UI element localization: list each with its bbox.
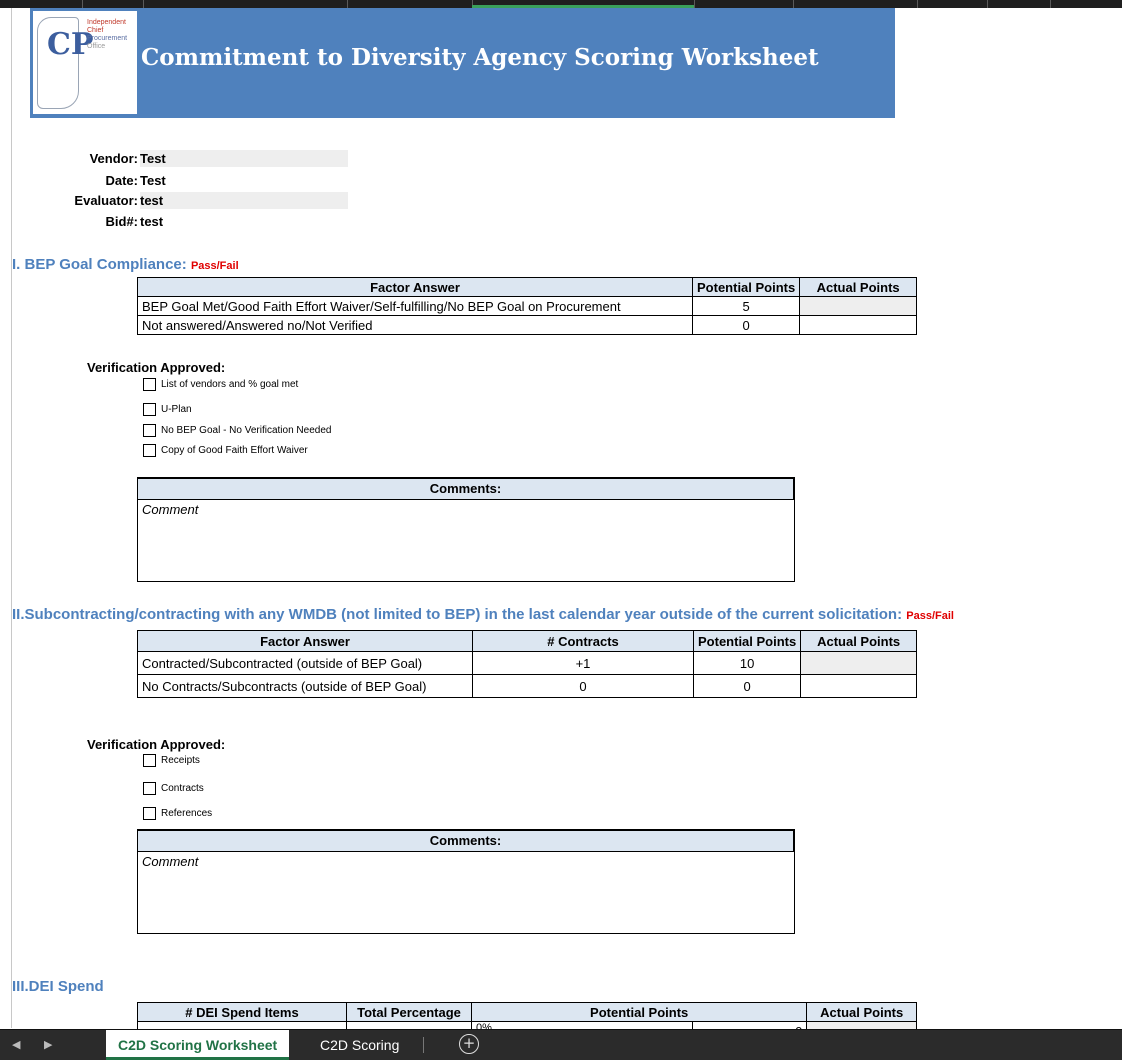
icpo-logo: CP Independent Chief Procurement Office xyxy=(33,11,137,114)
section2-comments-box[interactable]: Comments: Comment xyxy=(137,829,795,934)
checkbox-icon[interactable] xyxy=(143,403,156,416)
column-header: # Contracts xyxy=(472,630,694,652)
table-row: Not answered/Answered no/Not Verified 0 xyxy=(137,315,917,335)
tab-c2d-scoring[interactable]: C2D Scoring xyxy=(308,1030,411,1060)
column-header: Potential Points xyxy=(470,1002,808,1022)
bid-value[interactable]: test xyxy=(140,213,348,230)
section1-table: Factor Answer Potential Points Actual Po… xyxy=(137,277,917,335)
table-row: BEP Goal Met/Good Faith Effort Waiver/Se… xyxy=(137,296,917,316)
checkbox-icon[interactable] xyxy=(143,807,156,820)
section2-table: Factor Answer # Contracts Potential Poin… xyxy=(137,630,917,698)
column-header: Factor Answer xyxy=(137,630,473,652)
column-header: # DEI Spend Items xyxy=(137,1002,347,1022)
factor-cell[interactable]: BEP Goal Met/Good Faith Effort Waiver/Se… xyxy=(137,296,693,316)
checkbox-label: Copy of Good Faith Effort Waiver xyxy=(161,445,308,457)
checkbox-icon[interactable] xyxy=(143,782,156,795)
table-row: No Contracts/Subcontracts (outside of BE… xyxy=(137,674,917,698)
table-row: Contracted/Subcontracted (outside of BEP… xyxy=(137,651,917,675)
bid-label: Bid#: xyxy=(105,214,139,229)
checkbox-icon[interactable] xyxy=(143,444,156,457)
checkbox-label: List of vendors and % goal met xyxy=(161,379,299,391)
points-cell[interactable]: 0 xyxy=(691,315,801,335)
checkbox-no-bep-goal[interactable]: No BEP Goal - No Verification Needed xyxy=(143,424,331,437)
section2-pass-fail: Pass/Fail xyxy=(906,610,954,622)
evaluator-value[interactable]: test xyxy=(140,192,348,209)
points-cell[interactable]: 0 xyxy=(692,674,802,698)
points-cell[interactable]: 5 xyxy=(691,296,801,316)
vendor-label: Vendor: xyxy=(89,151,138,166)
date-value[interactable]: Test xyxy=(140,172,348,189)
checkbox-good-faith-waiver[interactable]: Copy of Good Faith Effort Waiver xyxy=(143,444,308,457)
tab-divider xyxy=(423,1037,424,1053)
checkbox-label: Receipts xyxy=(161,755,200,767)
checkbox-label: References xyxy=(161,808,213,820)
column-header: Potential Points xyxy=(691,277,801,297)
column-header: Potential Points xyxy=(692,630,802,652)
checkbox-references[interactable]: References xyxy=(143,807,212,820)
column-header: Actual Points xyxy=(806,1002,917,1022)
checkbox-u-plan[interactable]: U-Plan xyxy=(143,403,192,416)
date-label: Date: xyxy=(105,173,138,188)
checkbox-label: U-Plan xyxy=(161,404,192,416)
section3-title: III.DEI Spend xyxy=(12,978,104,995)
verification-label: Verification Approved: xyxy=(87,360,226,375)
comment-text[interactable]: Comment xyxy=(138,852,794,871)
comments-header: Comments: xyxy=(137,477,795,500)
factor-cell[interactable]: No Contracts/Subcontracts (outside of BE… xyxy=(137,674,473,698)
checkbox-label: Contracts xyxy=(161,783,204,795)
logo-word: Independent xyxy=(87,19,126,26)
sheet-tab-bar: ◀ ▶ C2D Scoring Worksheet C2D Scoring + xyxy=(0,1029,1122,1060)
page-title: Commitment to Diversity Agency Scoring W… xyxy=(141,44,819,71)
column-header: Total Percentage xyxy=(346,1002,472,1022)
checkbox-label: No BEP Goal - No Verification Needed xyxy=(161,425,332,437)
logo-word: Office xyxy=(87,43,106,50)
factor-cell[interactable]: Not answered/Answered no/Not Verified xyxy=(137,315,693,335)
logo-word: Procurement xyxy=(87,35,128,42)
points-cell[interactable]: 10 xyxy=(692,651,802,675)
section1-pass-fail: Pass/Fail xyxy=(190,260,239,272)
verification-label: Verification Approved: xyxy=(87,737,226,752)
actual-points-cell[interactable] xyxy=(800,674,917,698)
column-header-strip xyxy=(0,0,1122,8)
checkbox-list-of-vendors[interactable]: List of vendors and % goal met xyxy=(143,378,298,391)
section2-heading: II.Subcontracting/contracting with any W… xyxy=(12,606,903,623)
next-sheet-icon[interactable]: ▶ xyxy=(44,1038,52,1051)
tab-c2d-scoring-worksheet[interactable]: C2D Scoring Worksheet xyxy=(106,1030,290,1060)
comments-header: Comments: xyxy=(137,829,795,852)
checkbox-icon[interactable] xyxy=(143,378,156,391)
contracts-cell[interactable]: +1 xyxy=(472,651,694,675)
actual-points-cell[interactable] xyxy=(800,651,917,675)
add-sheet-icon[interactable]: + xyxy=(459,1034,479,1054)
section1-title: I. BEP Goal Compliance: Pass/Fail xyxy=(12,256,239,273)
column-header: Factor Answer xyxy=(137,277,693,297)
checkbox-receipts[interactable]: Receipts xyxy=(143,754,200,767)
column-header: Actual Points xyxy=(800,630,917,652)
checkbox-icon[interactable] xyxy=(143,424,156,437)
prev-sheet-icon[interactable]: ◀ xyxy=(12,1038,20,1051)
logo-word: Chief xyxy=(87,27,104,34)
section1-heading: I. BEP Goal Compliance: xyxy=(12,256,187,273)
actual-points-cell[interactable] xyxy=(799,296,917,316)
checkbox-contracts[interactable]: Contracts xyxy=(143,782,204,795)
comment-text[interactable]: Comment xyxy=(138,500,794,519)
section2-title: II.Subcontracting/contracting with any W… xyxy=(12,606,954,623)
contracts-cell[interactable]: 0 xyxy=(472,674,694,698)
vendor-value[interactable]: Test xyxy=(140,150,348,167)
actual-points-cell[interactable] xyxy=(799,315,917,335)
checkbox-icon[interactable] xyxy=(143,754,156,767)
section1-comments-box[interactable]: Comments: Comment xyxy=(137,477,795,582)
column-header: Actual Points xyxy=(799,277,917,297)
factor-cell[interactable]: Contracted/Subcontracted (outside of BEP… xyxy=(137,651,473,675)
evaluator-label: Evaluator: xyxy=(74,193,138,208)
